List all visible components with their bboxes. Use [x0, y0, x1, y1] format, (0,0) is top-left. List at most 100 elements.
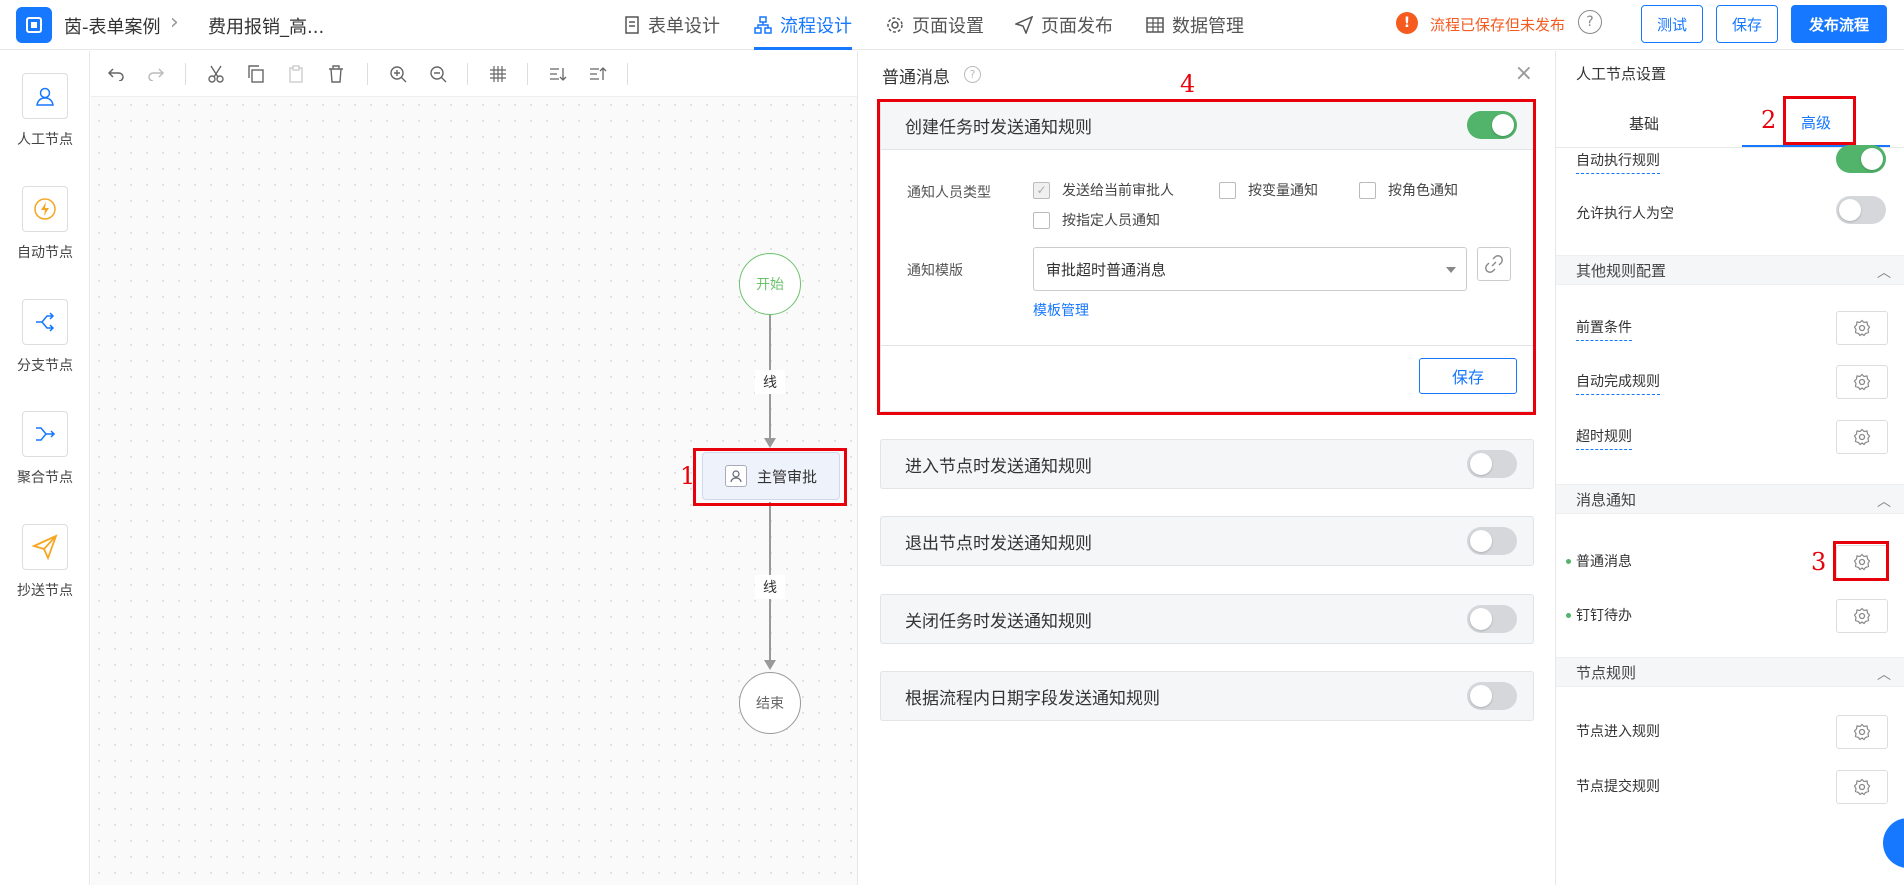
breadcrumb-app[interactable]: 茵-表单案例: [64, 13, 161, 39]
section-other-rules[interactable]: 其他规则配置 ︿: [1556, 255, 1904, 285]
drawer-title: 普通消息: [882, 68, 950, 88]
app-logo-icon[interactable]: [16, 7, 52, 43]
branch-icon: [22, 299, 68, 345]
help-icon[interactable]: ?: [964, 66, 981, 83]
palette-label: 分支节点: [17, 358, 73, 374]
tab-label: 页面发布: [1041, 16, 1113, 37]
tab-data-management[interactable]: 数据管理: [1146, 0, 1244, 50]
tab-basic[interactable]: 基础: [1556, 99, 1732, 147]
chevron-up-icon: ︿: [1877, 667, 1891, 683]
panel-close-task: 关闭任务时发送通知规则: [880, 594, 1534, 644]
delete-icon[interactable]: [325, 63, 347, 85]
palette-merge-node[interactable]: 聚合节点: [0, 411, 90, 487]
precondition-gear-button[interactable]: [1836, 311, 1888, 345]
palette-label: 聚合节点: [17, 470, 73, 486]
auto-execute-label: 自动执行规则: [1576, 150, 1660, 174]
section-title: 消息通知: [1576, 490, 1637, 509]
breadcrumb-form[interactable]: 费用报销_高...: [208, 13, 324, 39]
palette-label: 自动节点: [17, 245, 73, 261]
redo-icon[interactable]: [145, 63, 167, 85]
end-node[interactable]: 结束: [739, 672, 801, 734]
panel-header[interactable]: 关闭任务时发送通知规则: [881, 595, 1533, 643]
zoom-in-icon[interactable]: [387, 63, 409, 85]
sort-ascending-icon[interactable]: [587, 63, 609, 85]
node-enter-rule-label: 节点进入规则: [1576, 724, 1660, 740]
panel-date-field: 根据流程内日期字段发送通知规则: [880, 671, 1534, 721]
user-icon: [22, 73, 68, 119]
section-title: 其他规则配置: [1576, 261, 1667, 280]
panel-header[interactable]: 退出节点时发送通知规则: [881, 517, 1533, 565]
save-button[interactable]: 保存: [1716, 5, 1778, 43]
tab-form-design[interactable]: 表单设计: [624, 0, 720, 50]
tab-label: 流程设计: [780, 16, 852, 37]
dingtalk-todo-gear-button[interactable]: [1836, 599, 1888, 633]
copy-icon[interactable]: [245, 63, 267, 85]
panel-title: 退出节点时发送通知规则: [905, 533, 1092, 554]
grid-icon[interactable]: [487, 63, 509, 85]
flow-icon: [754, 16, 772, 34]
save-status-text: 流程已保存但未发布: [1430, 16, 1566, 34]
annotation-number-3: 3: [1811, 548, 1827, 576]
line-label[interactable]: 线: [755, 370, 785, 394]
precondition-label: 前置条件: [1576, 317, 1632, 341]
merge-icon: [22, 411, 68, 457]
close-icon[interactable]: ×: [1515, 61, 1533, 86]
palette-manual-node[interactable]: 人工节点: [0, 73, 90, 149]
normal-message-label: 普通消息: [1576, 554, 1632, 570]
panel-title: 进入节点时发送通知规则: [905, 456, 1092, 477]
section-message-notify[interactable]: 消息通知 ︿: [1556, 484, 1904, 514]
document-icon: [625, 16, 639, 34]
node-submit-gear-button[interactable]: [1836, 770, 1888, 804]
settings-title: 人工节点设置: [1576, 65, 1667, 83]
palette-label: 人工节点: [17, 132, 73, 148]
section-title: 节点规则: [1576, 663, 1637, 682]
annotation-box-1: [693, 448, 847, 506]
palette-branch-node[interactable]: 分支节点: [0, 299, 90, 375]
node-submit-rule-label: 节点提交规则: [1576, 779, 1660, 795]
node-settings-panel: 人工节点设置 基础 高级 自动执行规则 允许执行人为空 其他规则配置 ︿ 前置条件…: [1555, 51, 1904, 885]
tab-page-settings[interactable]: 页面设置: [886, 0, 984, 50]
auto-execute-toggle[interactable]: [1836, 145, 1886, 173]
dingtalk-todo-label: 钉钉待办: [1576, 608, 1632, 624]
panel-header[interactable]: 根据流程内日期字段发送通知规则: [881, 672, 1533, 720]
tab-flow-design[interactable]: 流程设计: [754, 0, 852, 50]
palette-cc-node[interactable]: 抄送节点: [0, 524, 90, 600]
auto-complete-gear-button[interactable]: [1836, 365, 1888, 399]
top-header: 茵-表单案例 › 费用报销_高... 表单设计 流程设计 页面设置 页面发布 数…: [0, 0, 1904, 50]
panel-header[interactable]: 进入节点时发送通知规则: [881, 440, 1533, 488]
help-icon[interactable]: ?: [1578, 10, 1602, 34]
test-button[interactable]: 测试: [1641, 5, 1703, 43]
gear-icon: [1853, 319, 1871, 337]
paper-plane-icon: [22, 524, 68, 570]
undo-icon[interactable]: [105, 63, 127, 85]
table-icon: [1146, 17, 1164, 33]
enter-node-toggle[interactable]: [1467, 450, 1517, 478]
palette-auto-node[interactable]: 自动节点: [0, 186, 90, 262]
allow-empty-executor-label: 允许执行人为空: [1576, 206, 1674, 222]
exit-node-toggle[interactable]: [1467, 527, 1517, 555]
cut-icon[interactable]: [205, 63, 227, 85]
section-node-rules[interactable]: 节点规则 ︿: [1556, 657, 1904, 687]
node-enter-gear-button[interactable]: [1836, 715, 1888, 749]
canvas-toolbar: [91, 51, 857, 97]
tab-page-publish[interactable]: 页面发布: [1015, 0, 1113, 50]
chevron-right-icon: ›: [170, 10, 179, 35]
annotation-number-1: 1: [680, 462, 696, 490]
annotation-number-2: 2: [1761, 106, 1777, 134]
allow-empty-executor-toggle[interactable]: [1836, 196, 1886, 224]
gear-icon: [1853, 723, 1871, 741]
tab-label: 页面设置: [912, 16, 984, 37]
timeout-gear-button[interactable]: [1836, 420, 1888, 454]
close-task-toggle[interactable]: [1467, 605, 1517, 633]
start-node[interactable]: 开始: [739, 253, 801, 315]
warning-icon: !: [1396, 12, 1418, 34]
lightning-icon: [22, 186, 68, 232]
publish-flow-button[interactable]: 发布流程: [1791, 5, 1887, 43]
annotation-box-2: [1783, 96, 1856, 145]
zoom-out-icon[interactable]: [427, 63, 449, 85]
paste-icon[interactable]: [285, 63, 307, 85]
date-field-toggle[interactable]: [1467, 682, 1517, 710]
sort-descending-icon[interactable]: [547, 63, 569, 85]
line-label[interactable]: 线: [755, 575, 785, 599]
gear-icon: [1853, 373, 1871, 391]
